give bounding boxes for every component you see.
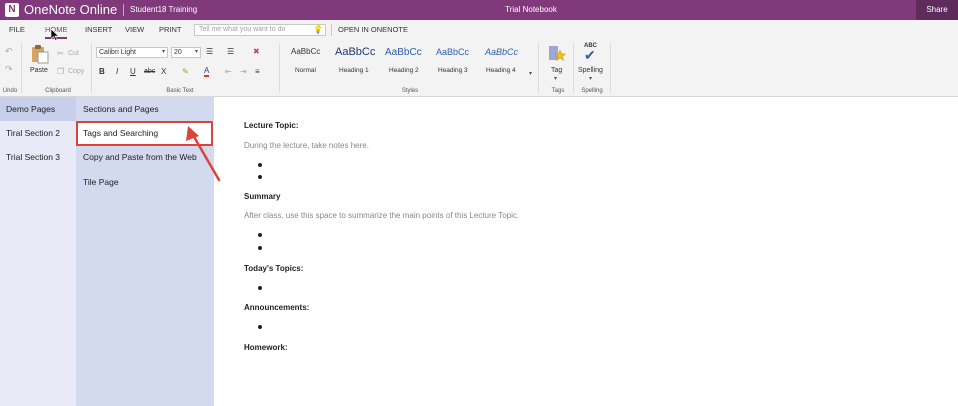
undo-group-label: Undo [2,88,18,94]
subscript-button[interactable]: X [161,67,166,77]
underline-button[interactable]: U [130,67,136,77]
page-item-tile-page[interactable]: Tile Page [76,170,214,194]
title-bar: N OneNote Online Student18 Training Tria… [0,0,958,20]
section-item-tiral-section-2[interactable]: Tiral Section 2 [0,121,76,145]
todays-topics-heading[interactable]: Today's Topics: [244,264,303,274]
tab-insert[interactable]: INSERT [85,20,112,40]
style-heading-4-sample[interactable]: AaBbCc [485,47,518,57]
font-size-value: 20 [174,49,182,56]
style-normal-sample[interactable]: AaBbCc [291,47,320,56]
tab-view[interactable]: VIEW [125,20,144,40]
share-button[interactable]: Share [916,0,958,20]
homework-heading[interactable]: Homework: [244,343,288,353]
styles-more-icon[interactable]: ▾ [529,70,532,77]
font-name-dropdown[interactable]: Calibri Light [96,47,168,58]
style-heading-3-label[interactable]: Heading 3 [438,67,468,75]
bullet-point [258,233,262,237]
chevron-down-icon: ▾ [554,76,558,82]
tab-file[interactable]: FILE [9,20,25,40]
highlighter-icon[interactable]: ✎ [182,67,189,77]
tell-me-input[interactable]: Tell me what you want to do [194,24,326,36]
style-heading-4-label[interactable]: Heading 4 [486,67,516,75]
bullet-point [258,175,262,179]
page-item-copy-and-paste[interactable]: Copy and Paste from the Web [76,145,214,169]
strikethrough-button[interactable]: abc [144,67,155,77]
announcements-heading[interactable]: Announcements: [244,303,309,313]
align-icon[interactable]: ≡ [255,67,260,77]
numbering-icon[interactable]: ☰ [227,47,234,57]
undo-icon[interactable]: ↶ [5,46,13,56]
chevron-down-icon: ▾ [195,49,199,55]
chevron-down-icon: ▾ [589,76,593,82]
clipboard-group-label: Clipboard [45,88,71,94]
basic-text-group-label: Basic Text [166,88,194,94]
ribbon-separator [91,43,92,93]
onenote-window: N OneNote Online Student18 Training Tria… [0,0,958,406]
bullet-point [258,286,262,290]
bullet-point [258,325,262,329]
copy-icon: ❐ [57,67,65,76]
increase-indent-icon[interactable]: ⇥ [240,67,247,77]
menu-separator [331,24,332,36]
spelling-check-icon[interactable]: ✔ [584,48,596,63]
spelling-group-label: Spelling [581,88,603,94]
section-item-trial-section-3[interactable]: Trial Section 3 [0,145,76,169]
cut-icon: ✂ [57,49,64,58]
ribbon-separator [21,43,22,93]
paste-button[interactable]: Paste [30,66,48,75]
lecture-note[interactable]: During the lecture, take notes here. [244,141,369,151]
copy-button[interactable]: Copy [68,67,84,76]
tags-group-label: Tags [551,88,565,94]
tab-print[interactable]: PRINT [159,20,182,40]
spelling-button[interactable]: Spelling [578,66,603,75]
style-heading-1-label[interactable]: Heading 1 [339,67,369,75]
style-heading-2-label[interactable]: Heading 2 [389,67,419,75]
ribbon-separator [610,43,611,93]
font-name-value: Calibri Light [99,49,136,56]
ribbon-separator [573,43,574,93]
bullets-icon[interactable]: ☰ [206,47,213,57]
ribbon-separator [538,43,539,93]
redo-icon[interactable]: ↷ [5,64,13,74]
chevron-down-icon: ▾ [162,49,166,55]
ribbon-separator [279,43,280,93]
notebook-title: Trial Notebook [505,5,557,14]
summary-note[interactable]: After class, use this space to summarize… [244,211,519,221]
lightbulb-icon: 💡 [313,25,323,34]
bullet-point [258,246,262,250]
bullet-point [258,163,262,167]
open-in-onenote-button[interactable]: OPEN IN ONENOTE [338,20,408,40]
styles-group-label: Styles [401,88,419,94]
decrease-indent-icon[interactable]: ⇤ [225,67,232,77]
style-heading-2-sample[interactable]: AaBbCc [385,47,422,58]
clear-formatting-icon[interactable]: ✖ [253,47,260,57]
menu-bar: FILE HOME INSERT VIEW PRINT OPEN IN ONEN… [0,20,958,40]
paste-icon[interactable] [30,44,50,64]
section-item-demo-pages[interactable]: Demo Pages [0,97,76,121]
lecture-topic-heading[interactable]: Lecture Topic: [244,121,299,131]
style-heading-1-sample[interactable]: AaBbCc [335,46,375,58]
font-color-button[interactable]: A [204,66,210,77]
tag-icon[interactable] [548,44,566,64]
style-normal-label[interactable]: Normal [295,67,316,75]
style-heading-3-sample[interactable]: AaBbCc [436,47,469,57]
cut-button[interactable]: Cut [68,49,79,58]
summary-heading[interactable]: Summary [244,192,280,202]
italic-button[interactable]: I [116,67,118,77]
highlight-box [76,121,213,146]
page-item-sections-and-pages[interactable]: Sections and Pages [76,97,214,121]
bold-button[interactable]: B [99,67,105,77]
tag-button[interactable]: Tag [551,66,562,75]
